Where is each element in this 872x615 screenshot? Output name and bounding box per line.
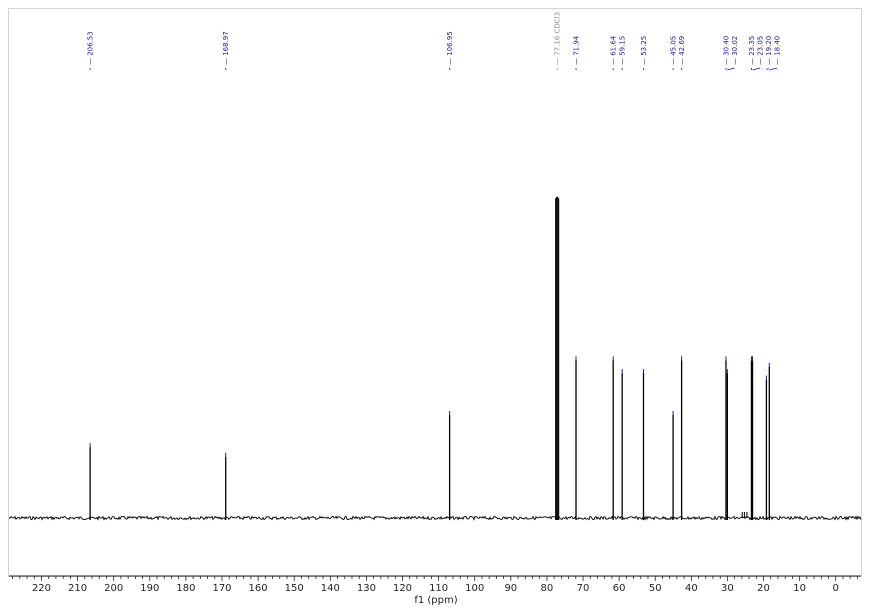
peak-label: — 23.05	[757, 36, 765, 65]
x-tick-label: 40	[685, 583, 698, 594]
x-tick-label: 120	[393, 583, 412, 594]
peak-label: — 30.02	[731, 36, 739, 65]
x-tick-label: 180	[176, 583, 195, 594]
peak-label: — 206.53	[87, 31, 95, 65]
peak-label: — 30.40	[722, 36, 730, 65]
peak-label-connector	[727, 67, 735, 71]
x-tick-label: 20	[757, 583, 770, 594]
x-tick-label: 220	[32, 583, 51, 594]
peak-label: — 53.25	[640, 36, 648, 65]
peak-labels-layer: — 206.53 — 168.97 — 106.95 — 77.16 CDCl3 — 7…	[87, 12, 782, 71]
peak-label: — 61.64	[610, 35, 618, 65]
x-tick-label: 100	[465, 583, 484, 594]
peak-label: — 77.16 CDCl3	[554, 12, 562, 65]
peak-label: — 23.35	[748, 36, 756, 65]
x-tick-label: 160	[249, 583, 268, 594]
x-tick-label: 170	[212, 583, 231, 594]
peak-label: — 106.95	[446, 31, 454, 65]
x-tick-label: 70	[577, 583, 590, 594]
x-tick-label: 10	[793, 583, 806, 594]
x-axis-label: f1 (ppm)	[414, 595, 457, 606]
peak-label: — 168.97	[222, 31, 230, 65]
peak-label: — 19.20	[765, 36, 773, 65]
x-tick-label: 140	[321, 583, 340, 594]
peak-label-connector	[766, 67, 769, 71]
spectrum-baseline	[8, 515, 862, 521]
x-tick-label: 190	[140, 583, 159, 594]
peak-label: — 18.40	[774, 36, 782, 65]
x-tick-label: 110	[429, 583, 448, 594]
x-tick-label: 200	[104, 583, 123, 594]
x-axis: 220 210 200 190 180 170 160 150 140 130 120 110 100 9…	[9, 575, 861, 594]
x-tick-label: 50	[649, 583, 662, 594]
peak-label: — 59.15	[619, 36, 627, 65]
x-tick-label: 150	[285, 583, 304, 594]
peak-label: — 71.94	[573, 35, 581, 65]
peak-label: — 45.05	[670, 36, 678, 65]
peak-label-connector	[769, 67, 778, 71]
x-tick-label: 130	[357, 583, 376, 594]
x-tick-label: 210	[68, 583, 87, 594]
x-tick-label: 30	[721, 583, 734, 594]
peak-label-connector	[752, 67, 761, 71]
x-tick-label: 80	[541, 583, 554, 594]
spectrum-trace-layer	[8, 196, 862, 521]
nmr-spectrum-chart: — 206.53 — 168.97 — 106.95 — 77.16 CDCl3 — 7…	[8, 12, 862, 606]
x-tick-label: 0	[833, 583, 839, 594]
peak-label: — 42.69	[678, 36, 686, 65]
x-tick-label: 60	[613, 583, 626, 594]
x-tick-label: 90	[504, 583, 517, 594]
